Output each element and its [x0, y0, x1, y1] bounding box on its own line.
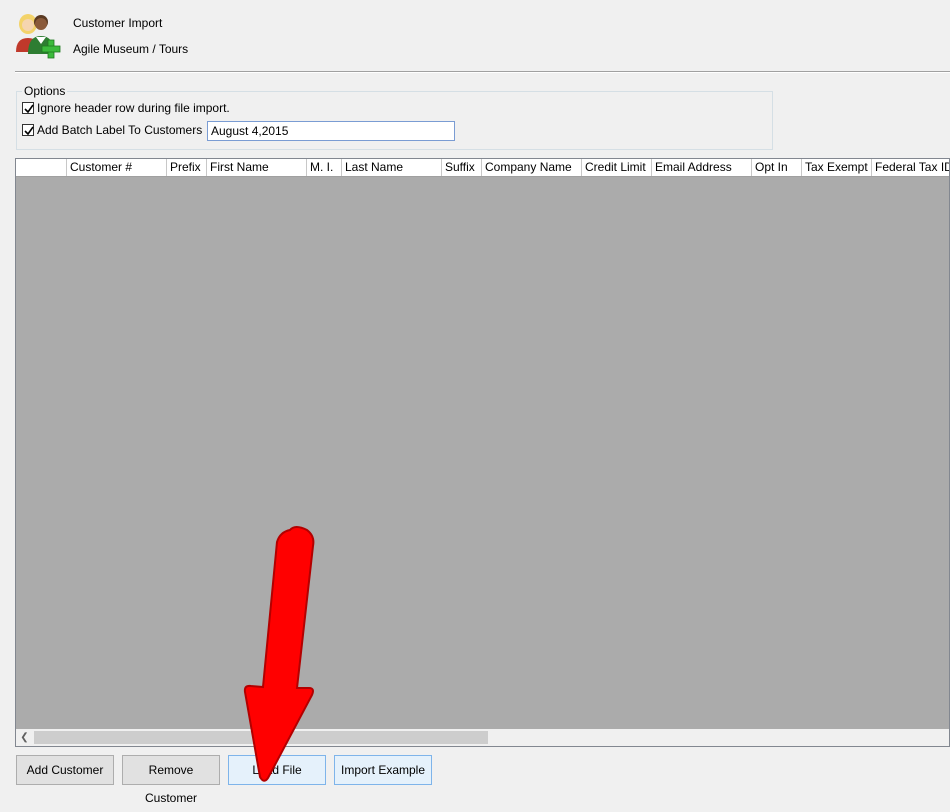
column-email-address[interactable]: Email Address [652, 159, 752, 176]
remove-customer-button[interactable]: Remove Customer [122, 755, 220, 805]
window-title: Customer Import [73, 16, 163, 30]
load-file-button[interactable]: Load File [228, 755, 326, 785]
add-customer-button[interactable]: Add Customer [16, 755, 114, 785]
batch-label-checkbox[interactable] [22, 124, 34, 136]
customers-add-icon [14, 10, 64, 60]
column-federal-tax-id[interactable]: Federal Tax ID [872, 159, 949, 176]
customer-grid[interactable]: Customer # Prefix First Name M. I. Last … [15, 158, 950, 747]
header-divider [15, 71, 950, 73]
column-middle-initial[interactable]: M. I. [307, 159, 342, 176]
ignore-header-label[interactable]: Ignore header row during file import. [37, 101, 230, 115]
column-customer-number[interactable]: Customer # [67, 159, 167, 176]
column-credit-limit[interactable]: Credit Limit [582, 159, 652, 176]
column-prefix[interactable]: Prefix [167, 159, 207, 176]
window-subtitle: Agile Museum / Tours [73, 42, 189, 56]
options-legend: Options [22, 84, 68, 98]
column-suffix[interactable]: Suffix [442, 159, 482, 176]
column-tax-exempt[interactable]: Tax Exempt [802, 159, 872, 176]
grid-row-header-column[interactable] [16, 159, 67, 176]
checkmark-icon [24, 126, 34, 136]
column-last-name[interactable]: Last Name [342, 159, 442, 176]
scroll-left-icon[interactable]: ❮ [16, 729, 33, 746]
column-first-name[interactable]: First Name [207, 159, 307, 176]
column-opt-in[interactable]: Opt In [752, 159, 802, 176]
grid-header: Customer # Prefix First Name M. I. Last … [16, 159, 949, 177]
ignore-header-checkbox[interactable] [22, 102, 34, 114]
batch-label-input[interactable] [207, 121, 455, 141]
horizontal-scrollbar[interactable]: ❮ [16, 729, 949, 746]
column-company-name[interactable]: Company Name [482, 159, 582, 176]
import-example-button[interactable]: Import Example [334, 755, 432, 785]
scrollbar-thumb[interactable] [34, 731, 488, 744]
checkmark-icon [24, 104, 34, 114]
batch-label-label[interactable]: Add Batch Label To Customers [37, 123, 202, 137]
